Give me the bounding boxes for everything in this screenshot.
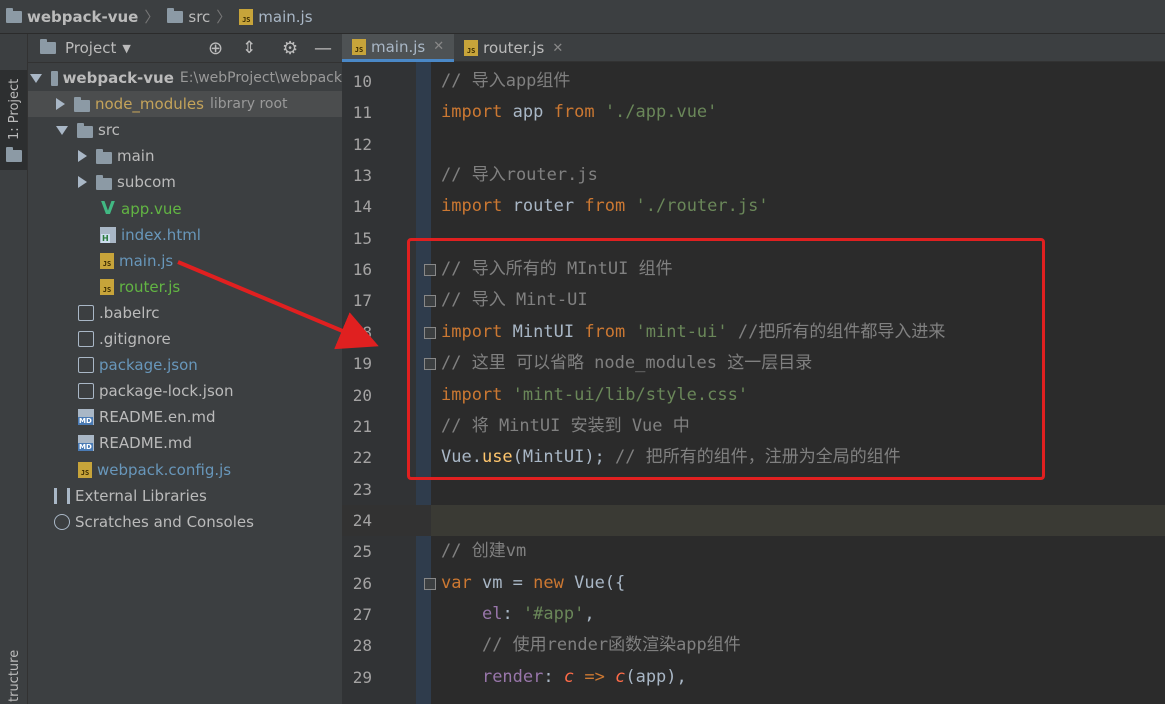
annotation-arrow bbox=[177, 260, 379, 350]
